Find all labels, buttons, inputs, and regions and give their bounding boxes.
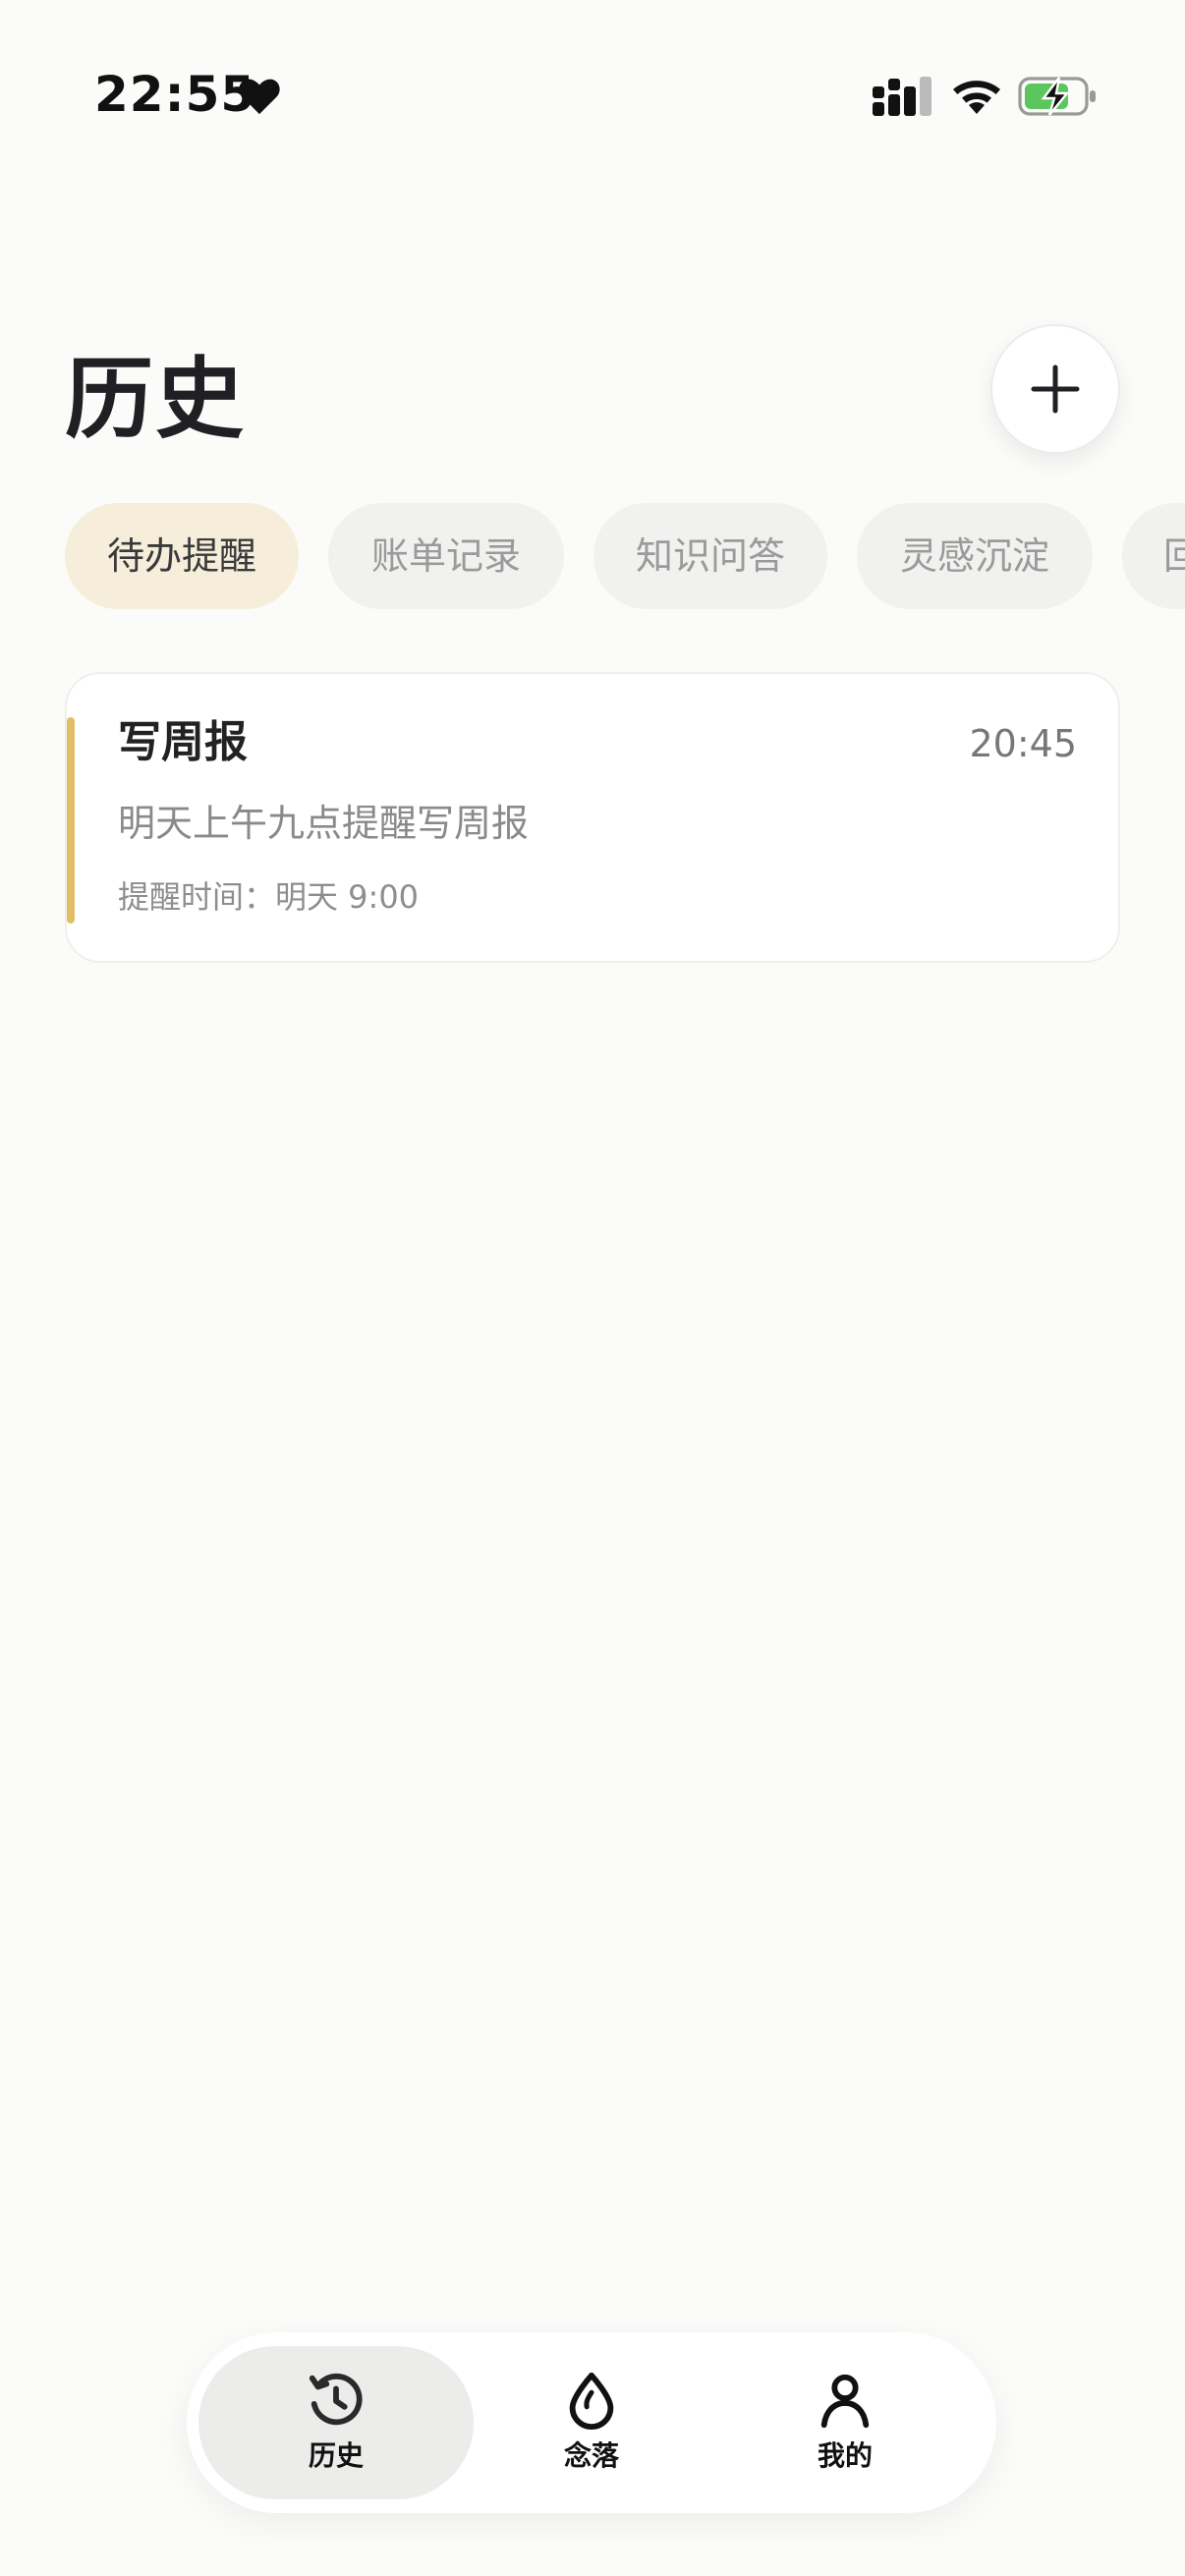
status-time: 22:55 bbox=[94, 66, 256, 123]
filter-chip-knowledge-qa[interactable]: 知识问答 bbox=[593, 503, 827, 609]
droplet-icon bbox=[569, 2372, 614, 2430]
person-icon bbox=[820, 2374, 870, 2429]
nav-item-nianluo[interactable]: 念落 bbox=[454, 2346, 729, 2499]
filter-chip-row: 待办提醒 账单记录 知识问答 灵感沉淀 回 bbox=[0, 503, 1185, 611]
entry-title: 写周报 bbox=[118, 717, 248, 767]
filter-chip-partial[interactable]: 回 bbox=[1122, 503, 1185, 609]
nav-item-history[interactable]: 历史 bbox=[198, 2346, 474, 2499]
card-accent-bar bbox=[67, 717, 75, 924]
entry-content: 明天上午九点提醒写周报 bbox=[118, 802, 530, 845]
entry-reminder-time: 提醒时间：明天 9:00 bbox=[118, 878, 420, 916]
nav-label-nianluo: 念落 bbox=[563, 2439, 619, 2472]
add-button[interactable] bbox=[990, 324, 1120, 454]
nav-item-mine[interactable]: 我的 bbox=[707, 2346, 983, 2499]
plus-icon bbox=[1031, 364, 1080, 414]
wifi-icon bbox=[953, 81, 1000, 114]
filter-chip-bill-records[interactable]: 账单记录 bbox=[328, 503, 564, 609]
cellular-signal-icon bbox=[873, 77, 931, 116]
nav-label-mine: 我的 bbox=[817, 2439, 873, 2472]
filter-chip-todo-reminder[interactable]: 待办提醒 bbox=[65, 503, 299, 609]
heart-icon bbox=[239, 79, 280, 115]
page-title: 历史 bbox=[65, 348, 246, 451]
bottom-nav: 历史 念落 我的 bbox=[187, 2332, 996, 2513]
status-bar: 22:55 bbox=[0, 0, 1185, 196]
history-screen: 22:55 历史 待办提醒 账单记录 知识问答 灵感沉淀 回 写周报 20:45… bbox=[0, 0, 1185, 2576]
filter-chip-inspiration[interactable]: 灵感沉淀 bbox=[857, 503, 1093, 609]
entry-card[interactable]: 写周报 20:45 明天上午九点提醒写周报 提醒时间：明天 9:00 bbox=[65, 672, 1120, 963]
entry-time: 20:45 bbox=[969, 722, 1077, 765]
history-icon bbox=[309, 2373, 363, 2426]
battery-charging-icon bbox=[1018, 77, 1096, 116]
nav-label-history: 历史 bbox=[308, 2439, 364, 2472]
